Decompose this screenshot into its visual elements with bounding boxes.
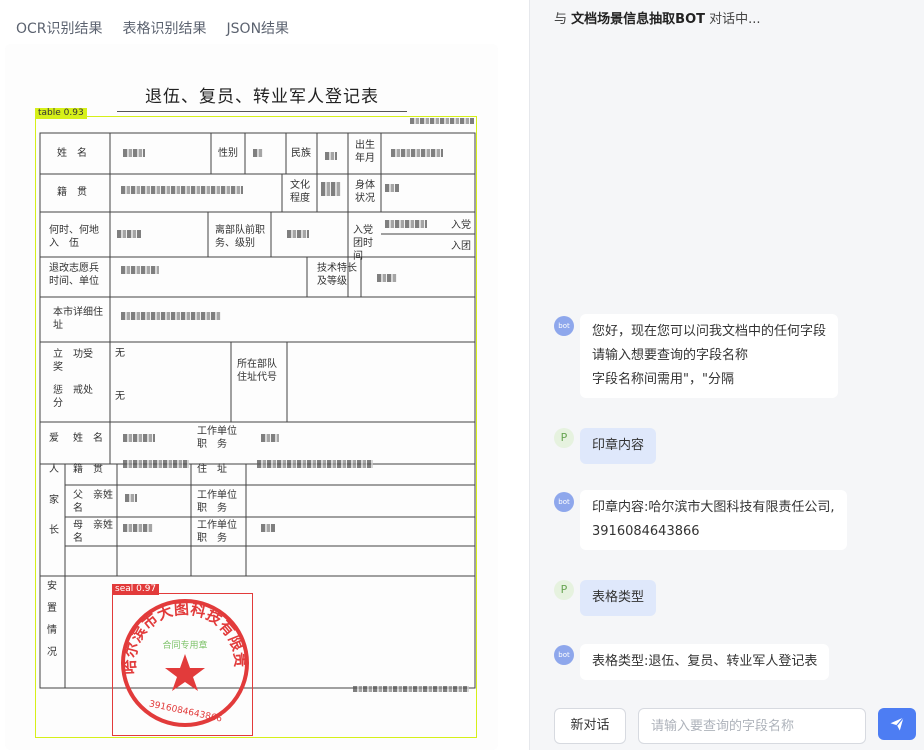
bot-avatar: bot: [554, 316, 574, 336]
chat-panel: 与 文档场景信息抽取BOT 对话中... bot 您好，现在您可以问我文档中的任…: [530, 0, 924, 750]
send-icon: [890, 717, 904, 731]
message-line: 印章内容: [592, 438, 645, 453]
bot-avatar: bot: [554, 645, 574, 665]
new-chat-button[interactable]: 新对话: [554, 708, 626, 744]
table-detection-box: [35, 116, 477, 738]
seal-detection-label: seal 0.97: [112, 584, 160, 595]
chat-message-user: 印章内容: [580, 428, 657, 464]
send-button[interactable]: [878, 708, 916, 740]
chat-message-user: 表格类型: [580, 580, 657, 616]
tab-ocr-result[interactable]: OCR识别结果: [16, 18, 103, 38]
chat-header-prefix: 与: [554, 12, 568, 27]
bot-name: 文档场景信息抽取BOT: [571, 12, 705, 27]
chat-header-suffix: 对话中...: [709, 12, 761, 27]
message-line: 印章内容:哈尔滨市大图科技有限责任公司,: [592, 500, 835, 515]
seal-detection-box: [112, 593, 253, 736]
chat-message-bot: 印章内容:哈尔滨市大图科技有限责任公司, 3916084643866: [580, 490, 847, 550]
message-line: 表格类型:退伍、复员、转业军人登记表: [592, 654, 818, 669]
bot-avatar: bot: [554, 492, 574, 512]
tab-json-result[interactable]: JSON结果: [227, 18, 290, 38]
message-line: 您好，现在您可以问我文档中的任何字段: [592, 324, 827, 339]
document-image: 退伍、复员、转业军人登记表 姓 名 性别 民族 出生年月 籍 贯 文化程度 身体…: [5, 44, 498, 750]
document-panel: OCR识别结果 表格识别结果 JSON结果 退伍、复员、转业军人登记表 姓 名 …: [0, 0, 530, 750]
message-line: 表格类型: [592, 590, 645, 605]
user-avatar: P: [554, 428, 574, 448]
message-line: 请输入想要查询的字段名称: [592, 348, 749, 363]
message-line: 3916084643866: [592, 524, 700, 539]
field-query-input[interactable]: [638, 708, 866, 744]
table-detection-label: table 0.93: [35, 108, 87, 119]
user-avatar: P: [554, 580, 574, 600]
tab-table-result[interactable]: 表格识别结果: [123, 18, 207, 38]
chat-message-bot: 您好，现在您可以问我文档中的任何字段 请输入想要查询的字段名称 字段名称间需用"…: [580, 314, 839, 398]
result-tabs: OCR识别结果 表格识别结果 JSON结果: [16, 18, 289, 38]
message-line: 字段名称间需用"，"分隔: [592, 372, 734, 387]
document-viewer[interactable]: 退伍、复员、转业军人登记表 姓 名 性别 民族 出生年月 籍 贯 文化程度 身体…: [5, 44, 498, 750]
chat-message-bot: 表格类型:退伍、复员、转业军人登记表: [580, 644, 830, 680]
chat-header: 与 文档场景信息抽取BOT 对话中...: [554, 8, 761, 27]
